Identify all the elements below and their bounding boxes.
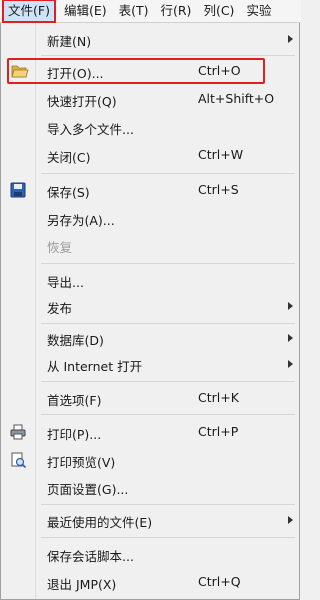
menu-item-open-label: 打开(O)... — [47, 66, 104, 81]
menu-item-from-internet-label: 从 Internet 打开 — [47, 359, 143, 374]
menu-item-print-preview-label: 打印预览(V) — [47, 455, 116, 470]
menu-item-publish[interactable]: 发布 — [1, 293, 299, 319]
menu-separator — [41, 537, 295, 538]
menu-item-save-session-script[interactable]: 保存会话脚本... — [1, 541, 299, 567]
menu-item-print[interactable]: 打印(P)... Ctrl+P — [1, 419, 299, 445]
menu-item-from-internet[interactable]: 从 Internet 打开 — [1, 351, 299, 377]
menu-separator — [41, 414, 295, 415]
menu-item-page-setup-label: 页面设置(G)... — [47, 482, 129, 497]
menu-separator — [41, 504, 295, 505]
menu-item-exit[interactable]: 退出 JMP(X) Ctrl+Q — [1, 569, 299, 595]
menu-item-close-shortcut: Ctrl+W — [198, 147, 244, 162]
menu-item-preferences-shortcut: Ctrl+K — [198, 390, 239, 405]
menu-item-database-label: 数据库(D) — [47, 333, 104, 348]
menu-item-revert: 恢复 — [1, 232, 299, 258]
menu-item-print-label: 打印(P)... — [47, 427, 102, 442]
menu-item-new[interactable]: 新建(N) — [1, 26, 299, 52]
submenu-arrow-icon — [288, 334, 293, 342]
menu-item-quick-open-shortcut: Alt+Shift+O — [198, 91, 275, 106]
menu-item-open[interactable]: 打开(O)... Ctrl+O — [7, 58, 265, 84]
menu-item-import-multiple-label: 导入多个文件... — [47, 122, 134, 137]
menu-separator — [41, 323, 295, 324]
menu-item-save-shortcut: Ctrl+S — [198, 182, 239, 197]
menu-item-preferences-label: 首选项(F) — [47, 393, 102, 408]
menu-experiment[interactable]: 实验 — [240, 0, 277, 22]
menu-item-close-label: 关闭(C) — [47, 150, 91, 165]
menu-separator — [41, 55, 295, 56]
menu-separator — [41, 173, 295, 174]
file-menu-dropdown: 新建(N) 打开(O)... Ctrl+O 快速打开(Q) Alt+Shift+… — [0, 23, 300, 600]
menu-item-export[interactable]: 导出... — [1, 267, 299, 293]
menu-item-open-shortcut: Ctrl+O — [198, 63, 241, 78]
menu-item-export-label: 导出... — [47, 275, 84, 290]
menu-item-revert-label: 恢复 — [47, 240, 73, 255]
menu-item-exit-label: 退出 JMP(X) — [47, 577, 117, 592]
menu-item-recent-files-label: 最近使用的文件(E) — [47, 515, 153, 530]
menu-separator — [41, 381, 295, 382]
menu-separator — [41, 263, 295, 264]
menu-item-new-label: 新建(N) — [47, 34, 92, 49]
menu-item-save-label: 保存(S) — [47, 185, 90, 200]
submenu-arrow-icon — [288, 360, 293, 368]
print-preview-icon — [9, 451, 27, 469]
menu-item-page-setup[interactable]: 页面设置(G)... — [1, 474, 299, 500]
menu-item-publish-label: 发布 — [47, 301, 73, 316]
menu-item-save-session-script-label: 保存会话脚本... — [47, 549, 134, 564]
menu-item-print-preview[interactable]: 打印预览(V) — [1, 447, 299, 473]
menu-item-recent-files[interactable]: 最近使用的文件(E) — [1, 507, 299, 533]
menu-item-exit-shortcut: Ctrl+Q — [198, 574, 241, 589]
submenu-arrow-icon — [288, 302, 293, 310]
menu-table[interactable]: 表(T) — [113, 0, 155, 22]
menu-item-quick-open[interactable]: 快速打开(Q) Alt+Shift+O — [1, 86, 299, 112]
submenu-arrow-icon — [288, 35, 293, 43]
printer-icon — [9, 423, 27, 441]
menu-item-import-multiple[interactable]: 导入多个文件... — [1, 114, 299, 140]
save-disk-icon — [9, 181, 27, 199]
folder-open-icon — [11, 62, 29, 80]
menu-edit[interactable]: 编辑(E) — [58, 0, 113, 22]
menu-item-database[interactable]: 数据库(D) — [1, 325, 299, 351]
menu-item-close[interactable]: 关闭(C) Ctrl+W — [1, 142, 299, 168]
menu-item-print-shortcut: Ctrl+P — [198, 424, 239, 439]
menu-item-save[interactable]: 保存(S) Ctrl+S — [1, 177, 299, 203]
submenu-arrow-icon — [288, 516, 293, 524]
menu-row[interactable]: 行(R) — [155, 0, 198, 22]
menu-item-quick-open-label: 快速打开(Q) — [47, 94, 117, 109]
menu-item-preferences[interactable]: 首选项(F) Ctrl+K — [1, 385, 299, 411]
menu-item-save-as[interactable]: 另存为(A)... — [1, 205, 299, 231]
menu-column[interactable]: 列(C) — [197, 0, 240, 22]
menu-item-save-as-label: 另存为(A)... — [47, 213, 115, 228]
menu-file[interactable]: 文件(F) — [2, 0, 56, 23]
menu-bar: 文件(F) 编辑(E) 表(T) 行(R) 列(C) 实验 — [0, 0, 301, 23]
